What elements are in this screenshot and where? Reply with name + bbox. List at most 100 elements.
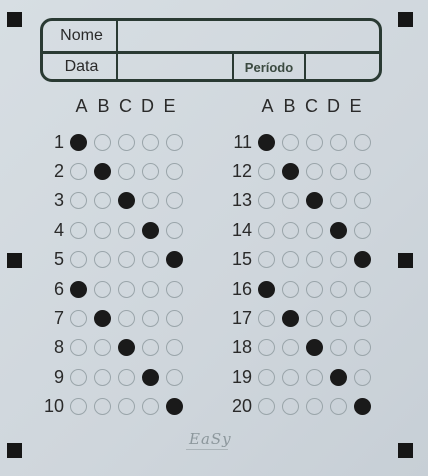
answer-bubble-4-c[interactable] bbox=[118, 221, 135, 239]
answer-bubble-17-b[interactable] bbox=[282, 309, 299, 327]
answer-bubble-18-d[interactable] bbox=[330, 339, 347, 357]
answer-bubble-3-c[interactable] bbox=[118, 192, 135, 210]
answer-bubble-3-e[interactable] bbox=[166, 192, 183, 210]
answer-bubble-18-e[interactable] bbox=[354, 339, 371, 357]
answer-bubble-19-e[interactable] bbox=[354, 368, 371, 386]
answer-bubble-5-c[interactable] bbox=[118, 251, 135, 269]
answer-bubble-11-e[interactable] bbox=[354, 133, 371, 151]
answer-bubble-8-b[interactable] bbox=[94, 339, 111, 357]
answer-bubble-9-d[interactable] bbox=[142, 368, 159, 386]
answer-bubble-19-a[interactable] bbox=[258, 368, 275, 386]
answer-bubble-13-e[interactable] bbox=[354, 192, 371, 210]
answer-bubble-16-a[interactable] bbox=[258, 280, 275, 298]
answer-bubble-4-e[interactable] bbox=[166, 221, 183, 239]
answer-bubble-7-e[interactable] bbox=[166, 309, 183, 327]
answer-bubble-2-c[interactable] bbox=[118, 162, 135, 180]
answer-bubble-13-d[interactable] bbox=[330, 192, 347, 210]
answer-bubble-19-b[interactable] bbox=[282, 368, 299, 386]
answer-bubble-15-a[interactable] bbox=[258, 251, 275, 269]
answer-bubble-12-a[interactable] bbox=[258, 162, 275, 180]
answer-bubble-10-b[interactable] bbox=[94, 398, 111, 416]
answer-bubble-6-b[interactable] bbox=[94, 280, 111, 298]
answer-bubble-18-a[interactable] bbox=[258, 339, 275, 357]
answer-bubble-20-d[interactable] bbox=[330, 398, 347, 416]
answer-bubble-8-e[interactable] bbox=[166, 339, 183, 357]
answer-bubble-3-a[interactable] bbox=[70, 192, 87, 210]
answer-bubble-16-c[interactable] bbox=[306, 280, 323, 298]
answer-bubble-20-a[interactable] bbox=[258, 398, 275, 416]
answer-bubble-11-c[interactable] bbox=[306, 133, 323, 151]
answer-bubble-9-a[interactable] bbox=[70, 368, 87, 386]
answer-bubble-17-d[interactable] bbox=[330, 309, 347, 327]
answer-bubble-14-b[interactable] bbox=[282, 221, 299, 239]
answer-bubble-15-b[interactable] bbox=[282, 251, 299, 269]
answer-bubble-20-b[interactable] bbox=[282, 398, 299, 416]
answer-bubble-5-d[interactable] bbox=[142, 251, 159, 269]
answer-bubble-5-b[interactable] bbox=[94, 251, 111, 269]
answer-bubble-18-b[interactable] bbox=[282, 339, 299, 357]
answer-bubble-16-e[interactable] bbox=[354, 280, 371, 298]
answer-bubble-14-d[interactable] bbox=[330, 221, 347, 239]
answer-bubble-8-d[interactable] bbox=[142, 339, 159, 357]
answer-bubble-16-d[interactable] bbox=[330, 280, 347, 298]
answer-bubble-6-d[interactable] bbox=[142, 280, 159, 298]
answer-bubble-5-a[interactable] bbox=[70, 251, 87, 269]
answer-bubble-18-c[interactable] bbox=[306, 339, 323, 357]
answer-bubble-1-a[interactable] bbox=[70, 133, 87, 151]
answer-bubble-2-a[interactable] bbox=[70, 162, 87, 180]
answer-bubble-15-d[interactable] bbox=[330, 251, 347, 269]
answer-bubble-9-e[interactable] bbox=[166, 368, 183, 386]
answer-bubble-8-c[interactable] bbox=[118, 339, 135, 357]
answer-bubble-14-e[interactable] bbox=[354, 221, 371, 239]
answer-bubble-2-b[interactable] bbox=[94, 162, 111, 180]
answer-bubble-10-c[interactable] bbox=[118, 398, 135, 416]
answer-bubble-17-a[interactable] bbox=[258, 309, 275, 327]
answer-bubble-12-e[interactable] bbox=[354, 162, 371, 180]
answer-bubble-5-e[interactable] bbox=[166, 251, 183, 269]
answer-bubble-14-a[interactable] bbox=[258, 221, 275, 239]
answer-bubble-16-b[interactable] bbox=[282, 280, 299, 298]
answer-bubble-14-c[interactable] bbox=[306, 221, 323, 239]
answer-bubble-6-e[interactable] bbox=[166, 280, 183, 298]
answer-bubble-2-e[interactable] bbox=[166, 162, 183, 180]
answer-bubble-1-e[interactable] bbox=[166, 133, 183, 151]
answer-bubble-7-c[interactable] bbox=[118, 309, 135, 327]
date-field[interactable] bbox=[118, 52, 234, 79]
answer-bubble-11-b[interactable] bbox=[282, 133, 299, 151]
answer-bubble-15-c[interactable] bbox=[306, 251, 323, 269]
answer-bubble-4-a[interactable] bbox=[70, 221, 87, 239]
answer-bubble-13-c[interactable] bbox=[306, 192, 323, 210]
answer-bubble-11-d[interactable] bbox=[330, 133, 347, 151]
answer-bubble-10-a[interactable] bbox=[70, 398, 87, 416]
answer-bubble-7-d[interactable] bbox=[142, 309, 159, 327]
answer-bubble-7-b[interactable] bbox=[94, 309, 111, 327]
answer-bubble-15-e[interactable] bbox=[354, 251, 371, 269]
answer-bubble-10-d[interactable] bbox=[142, 398, 159, 416]
answer-bubble-4-b[interactable] bbox=[94, 221, 111, 239]
answer-bubble-6-c[interactable] bbox=[118, 280, 135, 298]
answer-bubble-3-d[interactable] bbox=[142, 192, 159, 210]
answer-bubble-4-d[interactable] bbox=[142, 221, 159, 239]
answer-bubble-1-c[interactable] bbox=[118, 133, 135, 151]
answer-bubble-2-d[interactable] bbox=[142, 162, 159, 180]
answer-bubble-12-b[interactable] bbox=[282, 162, 299, 180]
answer-bubble-20-c[interactable] bbox=[306, 398, 323, 416]
answer-bubble-13-a[interactable] bbox=[258, 192, 275, 210]
answer-bubble-1-d[interactable] bbox=[142, 133, 159, 151]
answer-bubble-6-a[interactable] bbox=[70, 280, 87, 298]
answer-bubble-17-e[interactable] bbox=[354, 309, 371, 327]
answer-bubble-1-b[interactable] bbox=[94, 133, 111, 151]
answer-bubble-19-c[interactable] bbox=[306, 368, 323, 386]
period-field[interactable] bbox=[306, 52, 379, 79]
answer-bubble-9-c[interactable] bbox=[118, 368, 135, 386]
answer-bubble-8-a[interactable] bbox=[70, 339, 87, 357]
answer-bubble-19-d[interactable] bbox=[330, 368, 347, 386]
answer-bubble-11-a[interactable] bbox=[258, 133, 275, 151]
answer-bubble-13-b[interactable] bbox=[282, 192, 299, 210]
answer-bubble-17-c[interactable] bbox=[306, 309, 323, 327]
answer-bubble-7-a[interactable] bbox=[70, 309, 87, 327]
answer-bubble-20-e[interactable] bbox=[354, 398, 371, 416]
answer-bubble-12-c[interactable] bbox=[306, 162, 323, 180]
name-field[interactable] bbox=[118, 21, 379, 51]
answer-bubble-12-d[interactable] bbox=[330, 162, 347, 180]
